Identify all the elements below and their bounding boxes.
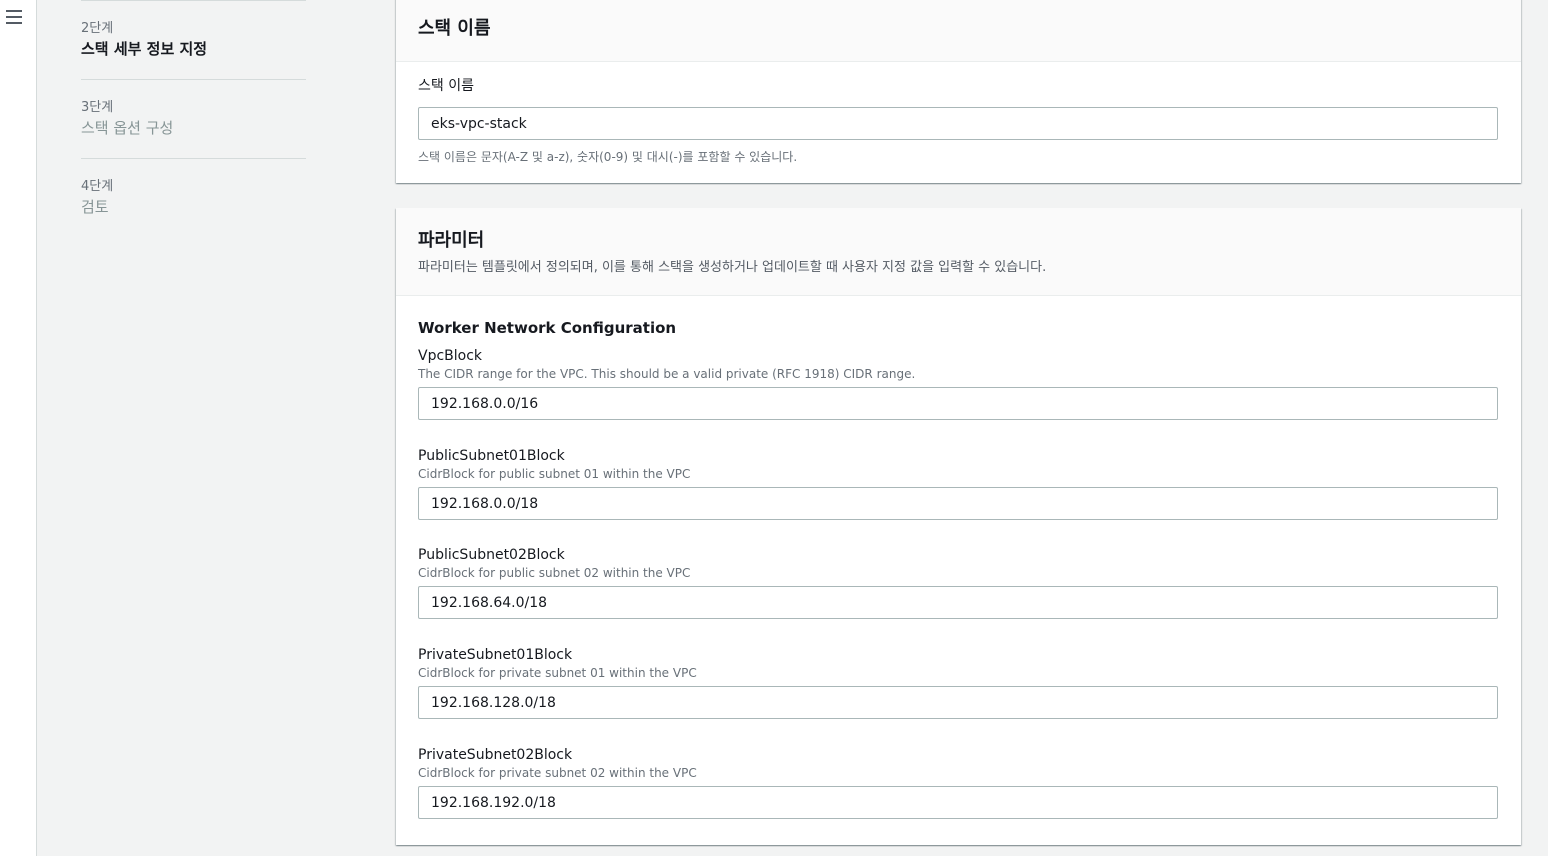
wizard-step-3[interactable]: 3단계 스택 옵션 구성 [81,79,306,158]
stack-name-input[interactable] [418,107,1498,140]
public-subnet-01-input[interactable] [418,487,1498,520]
section-heading: Worker Network Configuration [418,319,677,337]
param-description: CidrBlock for private subnet 01 within t… [418,666,697,680]
step-number: 4단계 [81,179,114,194]
param-description: CidrBlock for private subnet 02 within t… [418,766,697,780]
vpc-block-input[interactable] [418,387,1498,420]
param-description: The CIDR range for the VPC. This should … [418,367,916,381]
panel-title: 파라미터 [418,230,485,251]
param-private-subnet-01: PrivateSubnet01Block CidrBlock for priva… [418,645,1498,719]
param-public-subnet-01: PublicSubnet01Block CidrBlock for public… [418,446,1498,520]
stack-name-label: 스택 이름 [418,78,474,94]
param-name: PublicSubnet01Block [418,448,565,464]
param-name: PrivateSubnet01Block [418,647,573,663]
stack-name-hint: 스택 이름은 문자(A-Z 및 a-z), 숫자(0-9) 및 대시(-)를 포… [418,150,798,164]
private-subnet-02-input[interactable] [418,786,1498,819]
param-name: VpcBlock [418,348,483,364]
param-vpc-block: VpcBlock The CIDR range for the VPC. Thi… [418,346,1498,420]
wizard-steps: 2단계 스택 세부 정보 지정 3단계 스택 옵션 구성 4단계 검토 [81,0,306,237]
param-public-subnet-02: PublicSubnet02Block CidrBlock for public… [418,545,1498,619]
menu-icon[interactable] [6,10,22,26]
private-subnet-01-input[interactable] [418,686,1498,719]
wizard-step-4[interactable]: 4단계 검토 [81,158,306,237]
stack-name-panel: 스택 이름 스택 이름 스택 이름은 문자(A-Z 및 a-z), 숫자(0-9… [396,0,1521,183]
step-title: 검토 [81,198,109,216]
panel-description: 파라미터는 템플릿에서 정의되며, 이를 통해 스택을 생성하거나 업데이트할 … [418,260,1047,275]
param-name: PublicSubnet02Block [418,547,565,563]
param-description: CidrBlock for public subnet 01 within th… [418,467,691,481]
wizard-step-2[interactable]: 2단계 스택 세부 정보 지정 [81,0,306,79]
step-number: 3단계 [81,100,114,115]
stack-name-panel-header: 스택 이름 [396,0,1521,62]
param-private-subnet-02: PrivateSubnet02Block CidrBlock for priva… [418,745,1498,819]
parameters-panel-header: 파라미터 파라미터는 템플릿에서 정의되며, 이를 통해 스택을 생성하거나 업… [396,208,1521,296]
public-subnet-02-input[interactable] [418,586,1498,619]
param-name: PrivateSubnet02Block [418,747,573,763]
parameters-panel: 파라미터 파라미터는 템플릿에서 정의되며, 이를 통해 스택을 생성하거나 업… [396,208,1521,845]
step-title: 스택 세부 정보 지정 [81,40,208,58]
param-description: CidrBlock for public subnet 02 within th… [418,566,691,580]
step-number: 2단계 [81,21,114,36]
panel-title: 스택 이름 [418,18,491,39]
navigation-rail [0,0,37,856]
step-title: 스택 옵션 구성 [81,119,174,137]
